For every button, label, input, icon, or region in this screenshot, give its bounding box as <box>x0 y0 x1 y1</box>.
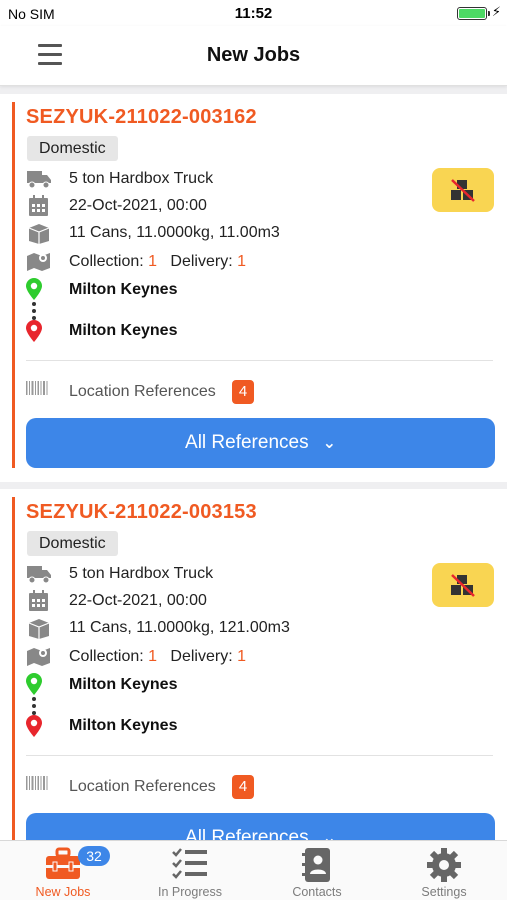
location-references-label: Location References <box>69 383 216 400</box>
tab-settings[interactable]: Settings <box>381 841 507 900</box>
box-icon <box>28 224 50 244</box>
charging-icon: ⚡ <box>491 4 501 19</box>
tab-label: Contacts <box>292 885 342 899</box>
divider <box>26 360 493 361</box>
all-references-label: All References <box>185 827 309 840</box>
contacts-book-icon <box>302 848 330 882</box>
no-stacking-icon <box>451 179 475 202</box>
navbar: New Jobs <box>0 26 507 86</box>
delivery-count: 1 <box>237 253 246 270</box>
job-type-badge: Domestic <box>27 136 118 161</box>
tab-label: In Progress <box>158 885 222 899</box>
no-stacking-button[interactable] <box>432 168 494 212</box>
map-icon <box>27 648 50 666</box>
delivery-label: Delivery: <box>170 648 233 665</box>
end-pin-icon <box>26 715 42 737</box>
location-references-count: 4 <box>232 775 254 799</box>
start-pin-icon <box>26 278 42 300</box>
tab-label: Settings <box>421 885 467 899</box>
start-pin-icon <box>26 673 42 695</box>
toolbox-icon <box>46 847 80 879</box>
no-stacking-icon <box>451 574 475 597</box>
collection-label: Collection: <box>69 253 144 270</box>
job-id[interactable]: SEZYUK-211022-003162 <box>26 106 257 129</box>
no-stacking-button[interactable] <box>432 563 494 607</box>
tab-label: New Jobs <box>35 885 91 899</box>
tab-in-progress[interactable]: In Progress <box>127 841 253 900</box>
job-type-badge: Domestic <box>27 531 118 556</box>
gear-icon <box>427 848 461 882</box>
all-references-button[interactable]: All References ⌄ <box>26 418 495 468</box>
location-references-label: Location References <box>69 778 216 795</box>
collection-label: Collection: <box>69 648 144 665</box>
map-icon <box>27 253 50 271</box>
collection-count: 1 <box>148 253 158 270</box>
page-title: New Jobs <box>206 44 301 66</box>
tab-new-jobs[interactable]: 32 New Jobs <box>0 841 126 900</box>
job-list[interactable]: SEZYUK-211022-003162 Domestic 5 ton Hard… <box>0 94 507 840</box>
barcode-icon <box>26 776 48 790</box>
truck-icon <box>27 566 51 584</box>
status-bar: No SIM 11:52 ⚡ <box>0 0 507 26</box>
chevron-down-icon: ⌄ <box>322 435 336 452</box>
all-references-label: All References <box>185 432 309 453</box>
load-text: 11 Cans, 11.0000kg, 11.00m3 <box>69 224 280 241</box>
battery-icon <box>457 7 490 20</box>
divider <box>26 755 493 756</box>
tab-contacts[interactable]: Contacts <box>254 841 380 900</box>
datetime-text: 22-Oct-2021, 00:00 <box>69 197 207 214</box>
from-location: Milton Keynes <box>69 281 178 298</box>
truck-icon <box>27 171 51 189</box>
all-references-button[interactable]: All References ⌄ <box>26 813 495 840</box>
barcode-icon <box>26 381 48 395</box>
from-location: Milton Keynes <box>69 676 178 693</box>
card-accent-bar <box>12 497 15 840</box>
chevron-down-icon: ⌄ <box>322 830 336 840</box>
load-text: 11 Cans, 11.0000kg, 121.00m3 <box>69 619 290 636</box>
collection-count: 1 <box>148 648 158 665</box>
box-icon <box>28 619 50 639</box>
end-pin-icon <box>26 320 42 342</box>
location-references-count: 4 <box>232 380 254 404</box>
datetime-text: 22-Oct-2021, 00:00 <box>69 592 207 609</box>
job-card[interactable]: SEZYUK-211022-003162 Domestic 5 ton Hard… <box>0 94 507 482</box>
card-accent-bar <box>12 102 15 468</box>
new-jobs-count-badge: 32 <box>78 846 110 866</box>
delivery-count: 1 <box>237 648 246 665</box>
job-id[interactable]: SEZYUK-211022-003153 <box>26 501 257 524</box>
delivery-label: Delivery: <box>170 253 233 270</box>
vehicle-text: 5 ton Hardbox Truck <box>69 565 214 582</box>
to-location: Milton Keynes <box>69 322 178 339</box>
calendar-icon <box>29 195 48 216</box>
checklist-icon <box>172 848 207 879</box>
job-card[interactable]: SEZYUK-211022-003153 Domestic 5 ton Hard… <box>0 489 507 840</box>
status-time: 11:52 <box>234 5 273 22</box>
to-location: Milton Keynes <box>69 717 178 734</box>
tab-bar: 32 New Jobs In Progress Contacts Setting… <box>0 840 507 900</box>
vehicle-text: 5 ton Hardbox Truck <box>69 170 214 187</box>
calendar-icon <box>29 590 48 611</box>
